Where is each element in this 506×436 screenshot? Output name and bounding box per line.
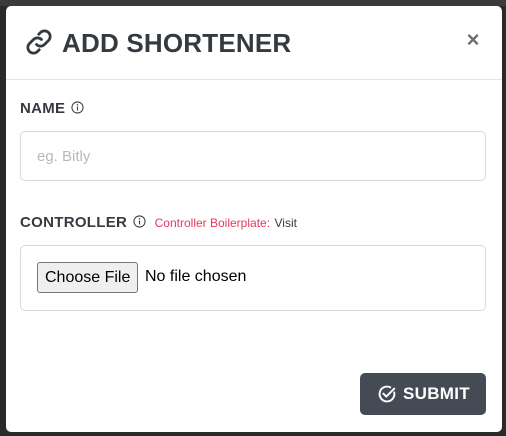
info-icon bbox=[71, 101, 84, 114]
link-icon bbox=[26, 29, 52, 55]
controller-file-input: Choose File No file chosen bbox=[20, 245, 486, 311]
boilerplate-visit-link[interactable]: Visit bbox=[275, 216, 297, 230]
choose-file-button[interactable]: Choose File bbox=[37, 262, 139, 293]
controller-label: CONTROLLER Controller Boilerplate: Visit bbox=[20, 213, 297, 233]
name-input[interactable] bbox=[20, 131, 486, 181]
file-status: No file chosen bbox=[145, 268, 247, 285]
info-icon bbox=[133, 215, 146, 228]
modal-title: ADD SHORTENER bbox=[62, 28, 292, 58]
check-circle-icon bbox=[378, 385, 396, 403]
controller-label-text: CONTROLLER bbox=[20, 214, 128, 231]
controller-boilerplate-text: Controller Boilerplate: bbox=[154, 216, 271, 230]
name-label-text: NAME bbox=[20, 100, 66, 117]
close-button[interactable]: × bbox=[461, 28, 485, 52]
name-label: NAME bbox=[20, 99, 84, 119]
submit-button[interactable]: SUBMIT bbox=[360, 373, 486, 415]
submit-label: SUBMIT bbox=[403, 384, 470, 403]
modal-header: ADD SHORTENER × bbox=[6, 6, 502, 80]
add-shortener-modal: ADD SHORTENER × NAME CONTROLLER Controll… bbox=[6, 6, 502, 432]
